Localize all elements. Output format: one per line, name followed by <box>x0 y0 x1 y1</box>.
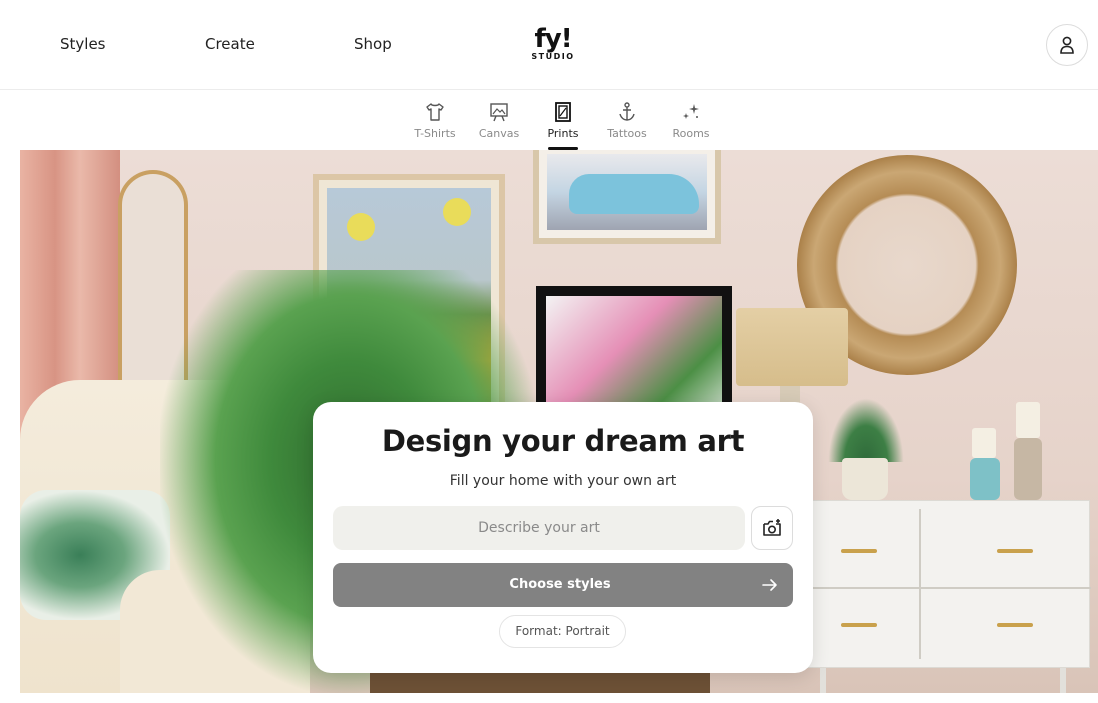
candle-holder <box>1014 438 1042 500</box>
dresser-handle <box>997 549 1033 553</box>
account-button[interactable] <box>1046 24 1088 66</box>
tab-label: Tattoos <box>607 127 647 140</box>
format-selector[interactable]: Format: Portrait <box>499 615 626 648</box>
brand-logo[interactable]: fy! STUDIO <box>527 26 579 62</box>
tab-canvas[interactable]: Canvas <box>467 101 531 150</box>
add-photo-icon <box>763 519 781 536</box>
dresser-divider <box>919 509 921 659</box>
design-art-card: Design your dream art Fill your home wit… <box>313 402 813 673</box>
candle-holder <box>970 458 1000 500</box>
logo-wordmark: fy! <box>534 24 572 54</box>
top-navigation: Styles Create Shop fy! STUDIO <box>0 0 1098 90</box>
tab-label: Rooms <box>672 127 710 140</box>
tab-label: Prints <box>547 127 579 140</box>
tab-label: T-Shirts <box>414 127 456 140</box>
candle <box>972 428 996 458</box>
choose-styles-button[interactable]: Choose styles <box>333 563 793 607</box>
tab-tshirts[interactable]: T-Shirts <box>403 101 467 150</box>
candle <box>1016 402 1040 438</box>
plant-pot <box>842 458 888 500</box>
arrow-right-icon <box>762 579 777 591</box>
choose-styles-label: Choose styles <box>509 577 611 592</box>
category-tabs: T-Shirts Canvas Prints Tattoos Rooms <box>0 91 1098 150</box>
nav-link-styles[interactable]: Styles <box>60 35 106 53</box>
dresser-handle <box>841 549 877 553</box>
sun-shape <box>347 213 375 241</box>
dresser-leg <box>820 668 826 693</box>
sparkles-icon <box>683 104 699 119</box>
lamp-shade <box>736 308 848 386</box>
tab-rooms[interactable]: Rooms <box>659 101 723 150</box>
anchor-icon <box>619 102 635 121</box>
plant-basket <box>370 670 710 693</box>
describe-art-input[interactable] <box>333 506 745 550</box>
car-shape <box>569 174 699 214</box>
logo-subtitle: STUDIO <box>531 52 575 61</box>
user-icon <box>1060 36 1074 54</box>
print-artwork <box>547 154 707 230</box>
tshirt-icon <box>426 103 444 121</box>
nav-link-shop[interactable]: Shop <box>354 35 392 53</box>
dresser-divider <box>801 587 1091 589</box>
tab-tattoos[interactable]: Tattoos <box>595 101 659 150</box>
tab-label: Canvas <box>478 127 520 140</box>
small-plant <box>828 398 904 462</box>
print-frame-icon <box>555 102 571 122</box>
dresser-handle <box>841 623 877 627</box>
card-title: Design your dream art <box>381 424 745 458</box>
canvas-icon <box>490 103 508 122</box>
white-dresser <box>800 500 1091 668</box>
tab-prints[interactable]: Prints <box>531 101 595 150</box>
nav-link-create[interactable]: Create <box>205 35 255 53</box>
upload-photo-button[interactable] <box>751 506 793 550</box>
dresser-handle <box>997 623 1033 627</box>
dresser-leg <box>1060 668 1066 693</box>
card-subtitle: Fill your home with your own art <box>449 473 677 489</box>
framed-print-car <box>533 150 721 244</box>
sun-shape <box>443 198 471 226</box>
